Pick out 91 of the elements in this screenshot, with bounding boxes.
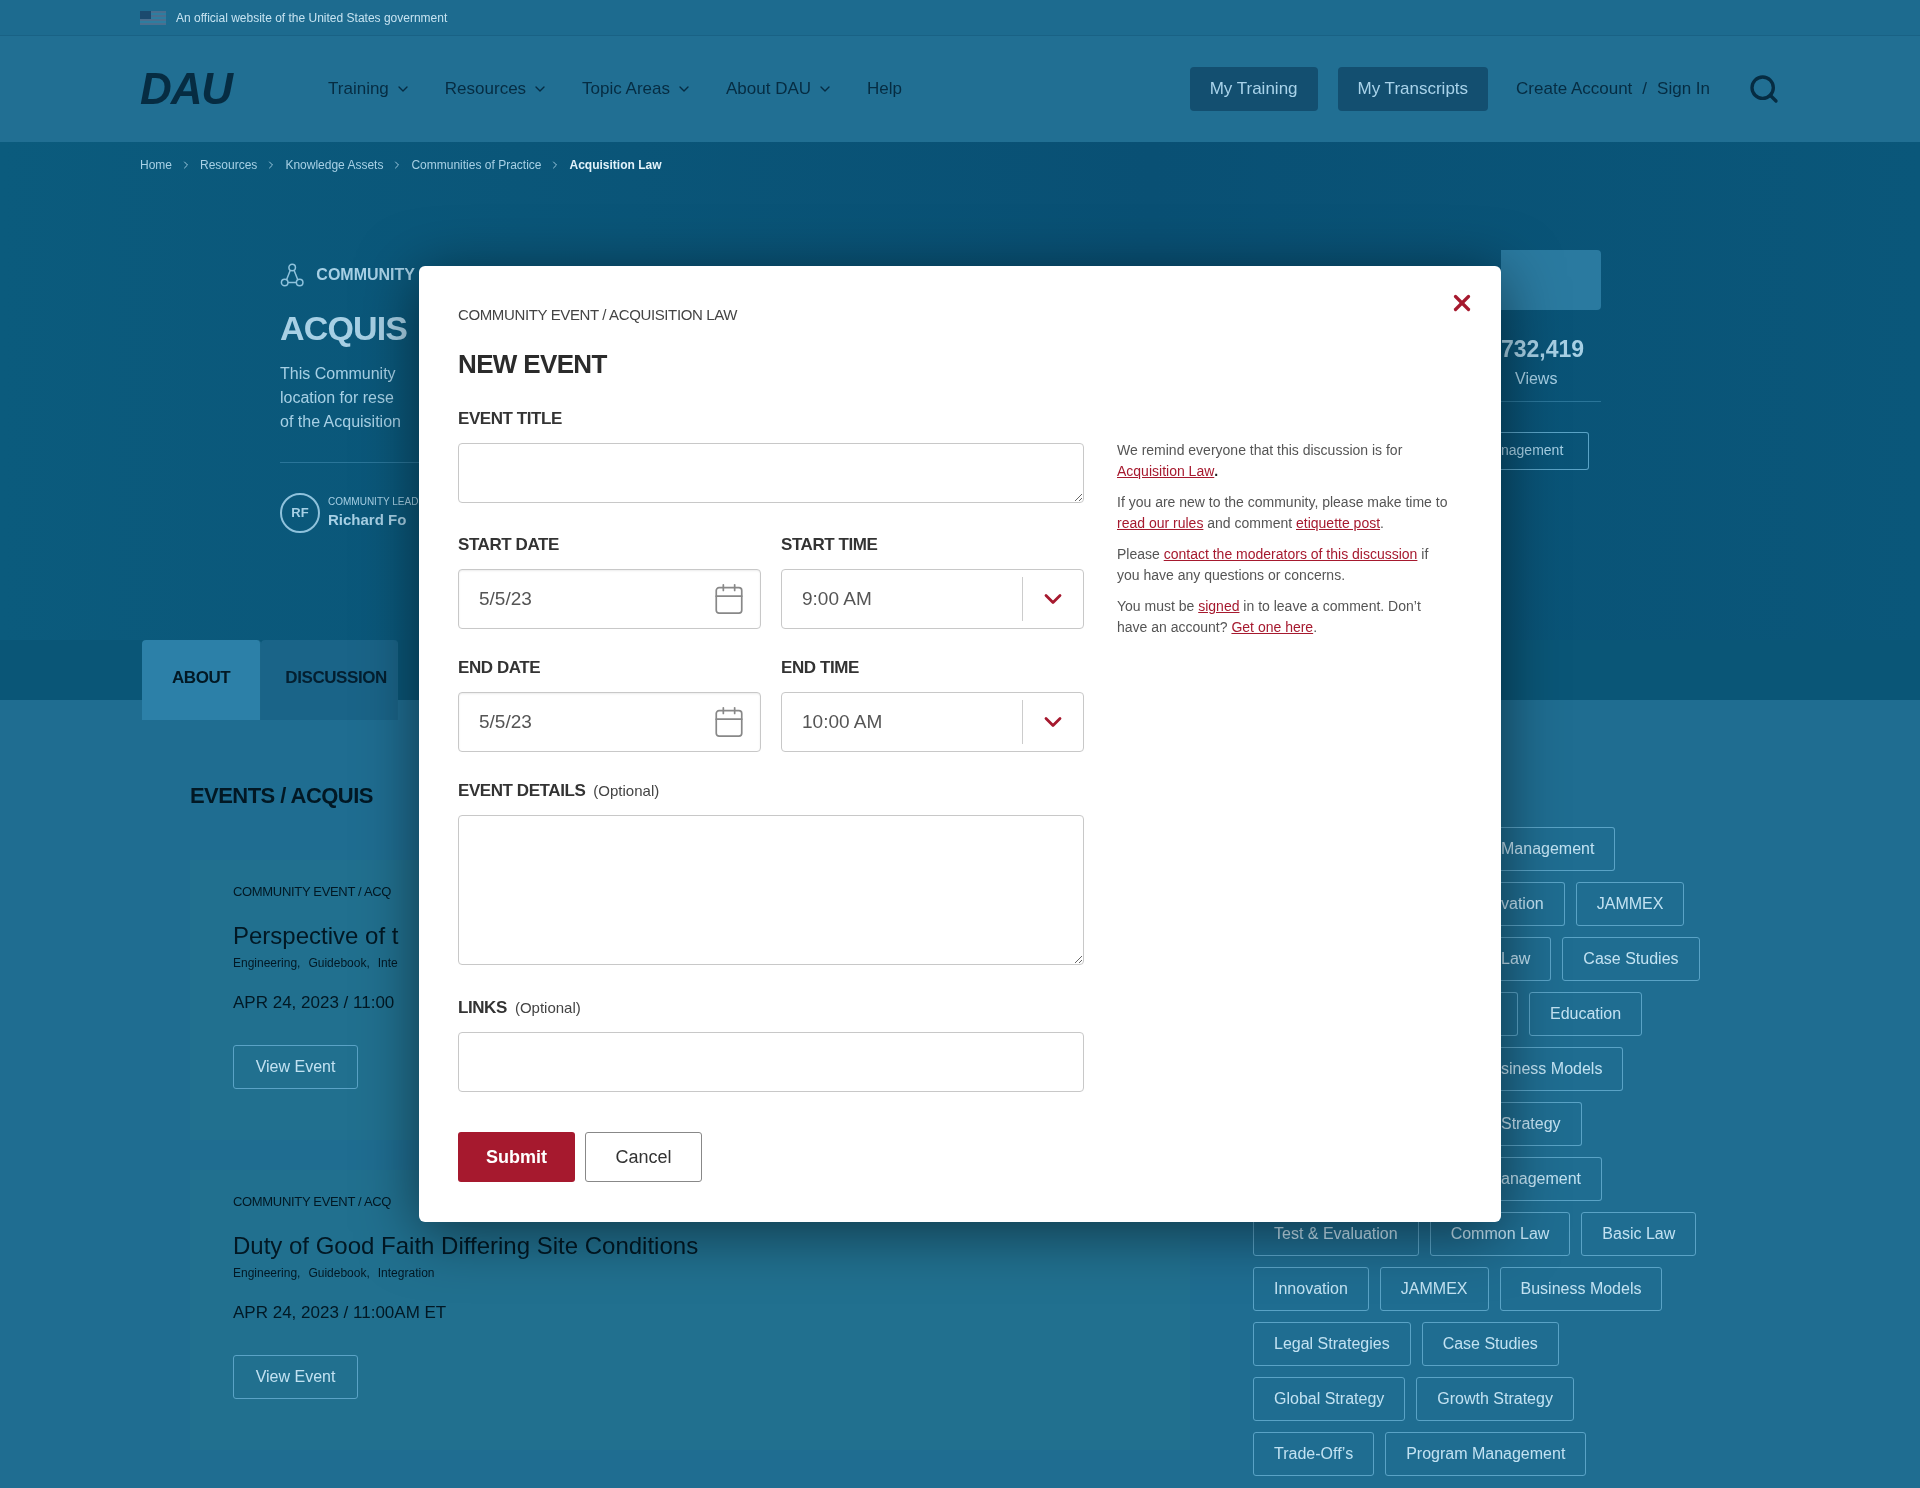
date-field[interactable]: 5/5/23 [458,569,761,629]
topic-tag[interactable]: Case Studies [1562,937,1700,981]
site-logo[interactable]: DAU [140,56,233,122]
topic-tag[interactable]: JAMMEX [1379,1267,1489,1311]
topic-tag[interactable]: Trade-Off’s [1253,1432,1375,1476]
page-tab[interactable]: ABOUT [142,640,262,720]
event-tag[interactable]: Guidebook, [308,1263,370,1282]
date-field[interactable]: 5/5/23 [458,692,761,752]
hero-eyebrow: COMMUNITY [316,265,415,285]
topic-tag[interactable]: Basic Law [1581,1212,1697,1256]
event-category: COMMUNITY EVENT / ACQ [233,1193,392,1211]
event-date: APR 24, 2023 / 11:00AM ET [233,1301,447,1324]
hero-title: ACQUIS [280,308,409,349]
breadcrumb-link[interactable]: Communities of Practice [411,156,542,174]
breadcrumb-link[interactable]: Resources [200,156,258,174]
header-link[interactable]: Create Account [1516,76,1633,102]
search-icon[interactable] [1748,73,1780,105]
notice-link[interactable]: signed [1198,598,1240,614]
header-button[interactable]: My Transcripts [1337,67,1489,111]
event-tag[interactable]: Integration [377,1263,435,1282]
topic-tag[interactable]: JAMMEX [1575,882,1685,926]
event-tag[interactable]: Engineering, [233,1263,301,1282]
views-label: Views [1515,368,1559,389]
hero-description-line: This Community [280,364,397,384]
nav-menu-item[interactable]: Resources [444,76,549,102]
topic-tag[interactable]: Legal Strategies [1253,1322,1411,1366]
event-title-field[interactable] [458,443,1084,503]
nav-menu-item[interactable]: Training [328,76,411,102]
notice-paragraph: If you are new to the community, please make time to read our rules and comment etiquette post. [1117,493,1449,533]
breadcrumb-link[interactable]: Knowledge Assets [285,156,384,174]
view-event-button[interactable]: View Event [233,1045,358,1089]
links-field[interactable] [458,1032,1084,1092]
event-title: Duty of Good Faith Differing Site Conditions [233,1230,699,1261]
event-details-field[interactable] [458,815,1084,965]
hero-description-line: location for rese [280,388,395,408]
event-date: APR 24, 2023 / 11:00 [233,991,395,1014]
topic-tag[interactable]: Global Strategy [1253,1377,1406,1421]
breadcrumb-link[interactable]: Home [140,156,172,174]
topic-tag[interactable]: Innovation [1253,1267,1369,1311]
gov-banner-text: An official website of the United States government [176,9,448,27]
notice-link[interactable]: Acquisition Law [1117,463,1215,479]
field-label: START TIME [781,534,878,556]
field-label: END DATE [458,657,541,679]
nav-menu-item[interactable]: Topic Areas [582,76,692,102]
notice-link[interactable]: Get one here [1231,619,1314,635]
breadcrumb-link[interactable]: Acquisition Law [569,156,662,174]
notice-paragraph: Please contact the moderators of this discussion if you have any questions or concerns. [1117,545,1430,585]
field-label: EVENT TITLE [458,408,562,430]
submit-button[interactable]: Submit [458,1132,575,1182]
calendar-icon[interactable] [712,705,746,739]
lead-name: Richard Fo [328,510,408,531]
flag-icon [140,10,166,25]
header-link[interactable]: Sign In [1657,76,1710,102]
avatar-initials: RF [280,493,320,533]
nav-menu-item[interactable]: About DAU [726,76,834,102]
cancel-button[interactable]: Cancel [585,1132,702,1182]
optional-hint: (Optional) [593,781,660,801]
link-separator: / [1642,78,1648,101]
event-tag[interactable]: Guidebook, [308,953,370,972]
notice-paragraph: You must be signed in to leave a comment. Don’t have an account? Get one here. [1117,597,1422,637]
topic-tag[interactable]: Program Management [1385,1432,1587,1476]
hero-description-line: of the Acquisition [280,412,402,432]
header-button[interactable]: My Training [1189,67,1318,111]
modal-title: NEW EVENT [458,348,608,380]
field-label: END TIME [781,657,859,679]
lead-label: COMMUNITY LEAD [328,495,419,510]
time-select[interactable]: 10:00 AM [781,692,1084,752]
network-icon [280,262,305,288]
calendar-icon[interactable] [712,582,746,616]
event-category: COMMUNITY EVENT / ACQ [233,883,392,901]
topic-tag[interactable]: Education [1529,992,1643,1036]
view-event-button[interactable]: View Event [233,1355,358,1399]
event-title: Perspective of t [233,920,399,951]
nav-menu-item[interactable]: Help [867,76,902,102]
notice-link[interactable]: read our rules [1117,515,1204,531]
topic-tag[interactable]: Business Models [1499,1267,1663,1311]
events-heading: EVENTS / ACQUIS [190,782,373,810]
modal-breadcrumb: COMMUNITY EVENT / ACQUISITION LAW [458,306,739,324]
notice-paragraph: We remind everyone that this discussion is for Acquisition Law. [1117,441,1404,481]
event-tag[interactable]: Engineering, [233,953,301,972]
optional-hint: (Optional) [514,998,581,1018]
notice-link[interactable]: contact the moderators of this discussion [1163,546,1418,562]
field-label: LINKS [458,997,507,1019]
field-label: EVENT DETAILS [458,780,586,802]
views-count: 732,419 [1501,335,1586,364]
event-tag[interactable]: Inte [377,953,398,972]
time-select[interactable]: 9:00 AM [781,569,1084,629]
field-label: START DATE [458,534,559,556]
topic-tag[interactable]: Growth Strategy [1416,1377,1574,1421]
page-tab[interactable]: DISCUSSION [261,640,398,720]
topic-tag[interactable]: Case Studies [1421,1322,1559,1366]
